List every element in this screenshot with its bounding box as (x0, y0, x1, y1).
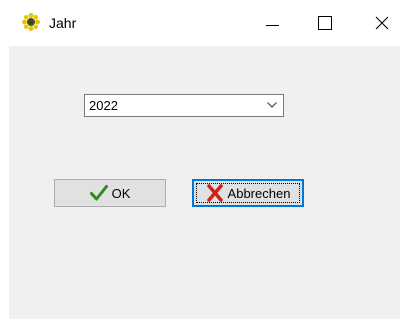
title-bar[interactable]: Jahr (0, 0, 409, 46)
cancel-button-label: Abbrechen (227, 185, 291, 201)
ok-button[interactable]: OK (54, 179, 166, 207)
year-select[interactable]: 2022 (84, 94, 284, 117)
sunflower-app-icon (22, 13, 40, 31)
checkmark-icon (89, 185, 108, 201)
dialog-window: Jahr 2022 OK Abbrechen (0, 0, 409, 323)
window-title: Jahr (49, 15, 77, 31)
maximize-button[interactable] (303, 0, 349, 46)
cancel-button[interactable]: Abbrechen (192, 179, 304, 207)
ok-button-label: OK (111, 185, 131, 201)
chevron-down-icon[interactable] (267, 102, 277, 108)
year-select-value: 2022 (89, 98, 118, 113)
close-icon (375, 16, 389, 30)
dialog-content: 2022 OK Abbrechen (9, 46, 400, 319)
red-x-icon (206, 184, 223, 202)
close-button[interactable] (358, 0, 404, 46)
minimize-button[interactable] (249, 0, 295, 46)
